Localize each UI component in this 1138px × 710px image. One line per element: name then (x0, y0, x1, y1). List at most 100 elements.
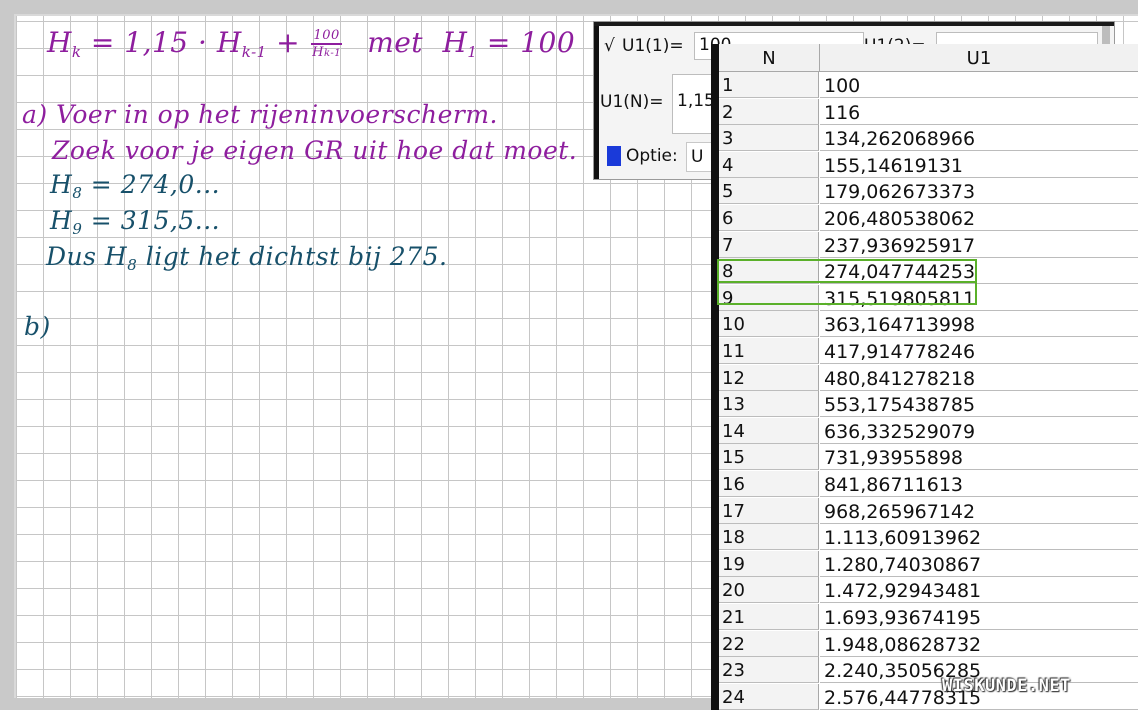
cell-u1[interactable]: 968,265967142 (820, 498, 1138, 524)
table-row[interactable]: 18 1.113,60913962 (719, 524, 1138, 551)
table-row[interactable]: 16 841,86711613 (719, 471, 1138, 498)
cell-u1[interactable]: 134,262068966 (820, 125, 1138, 152)
table-row[interactable]: 4 155,14619131 (719, 151, 1138, 179)
cell-u1[interactable]: 480,841278218 (820, 365, 1138, 391)
conclusion-post: ligt het dichtst bij 275. (137, 242, 448, 271)
cell-n[interactable]: 12 (719, 364, 819, 391)
table-row[interactable]: 20 1.472,92943481 (719, 577, 1138, 604)
cell-u1[interactable]: 636,332529079 (820, 418, 1138, 444)
table-row[interactable]: 14 636,332529079 (719, 417, 1138, 445)
table-row[interactable]: 1 100 (719, 72, 1138, 99)
optie-label: Optie: (626, 146, 678, 166)
cell-n[interactable]: 4 (719, 151, 819, 178)
cell-u1[interactable]: 1.693,93674195 (820, 604, 1138, 630)
sequence-table-window: N U1 1 100 2 116 3 134,262068966 4 155,14619131… (711, 44, 1138, 710)
cell-n[interactable]: 24 (719, 683, 819, 710)
formula-met: met (367, 26, 424, 59)
cell-u1[interactable]: 237,936925917 (820, 232, 1138, 258)
cell-u1[interactable]: 363,164713998 (820, 311, 1138, 338)
h8-sub: 8 (72, 184, 83, 202)
table-header: N U1 (719, 44, 1138, 72)
check-mark-icon[interactable]: √ (604, 36, 615, 56)
table-row[interactable]: 3 134,262068966 (719, 125, 1138, 152)
cell-n[interactable]: 3 (719, 125, 819, 152)
cell-u1[interactable]: 553,175438785 (820, 391, 1138, 418)
h9-sub: 9 (72, 220, 83, 238)
cell-u1[interactable]: 274,047744253 (820, 258, 1138, 285)
table-row[interactable]: 22 1.948,08628732 (719, 630, 1138, 658)
cell-n[interactable]: 11 (719, 338, 819, 364)
cell-n[interactable]: 22 (719, 630, 819, 657)
cell-n[interactable]: 23 (719, 657, 819, 684)
table-row[interactable]: 7 237,936925917 (719, 231, 1138, 259)
table-row[interactable]: 12 480,841278218 (719, 364, 1138, 392)
h8-label: H (50, 170, 73, 199)
table-row[interactable]: 8 274,047744253 (719, 258, 1138, 285)
optie-value: U (691, 147, 704, 167)
cell-u1[interactable]: 315,519805811 (820, 285, 1138, 311)
window-border (594, 22, 1114, 26)
table-row[interactable]: 5 179,062673373 (719, 178, 1138, 205)
table-row[interactable]: 11 417,914778246 (719, 338, 1138, 365)
cell-n[interactable]: 14 (719, 417, 819, 444)
u1n-label: U1(N)= (600, 92, 664, 112)
cell-u1[interactable]: 179,062673373 (820, 178, 1138, 205)
cell-n[interactable]: 8 (719, 258, 819, 285)
table-row[interactable]: 10 363,164713998 (719, 311, 1138, 338)
cell-n[interactable]: 9 (719, 284, 819, 311)
conclusion-pre: Dus H (46, 242, 128, 271)
table-row[interactable]: 6 206,480538062 (719, 205, 1138, 232)
table-row[interactable]: 15 731,93955898 (719, 444, 1138, 471)
table-row[interactable]: 13 553,175438785 (719, 391, 1138, 418)
header-u1[interactable]: U1 (820, 44, 1138, 71)
cell-n[interactable]: 6 (719, 205, 819, 231)
table-row[interactable]: 17 968,265967142 (719, 497, 1138, 525)
cell-u1[interactable]: 1.280,74030867 (820, 551, 1138, 577)
fraction-denominator: H (312, 45, 324, 60)
option-checkbox[interactable] (607, 146, 621, 166)
cell-u1[interactable]: 116 (820, 99, 1138, 125)
part-a-text1: Voer in op het rijeninvoerscherm. (56, 100, 499, 129)
table-row[interactable]: 23 2.240,35056285 (719, 657, 1138, 684)
cell-u1[interactable]: 1.113,60913962 (820, 524, 1138, 551)
cell-n[interactable]: 2 (719, 98, 819, 125)
cell-n[interactable]: 16 (719, 471, 819, 497)
u1n-value: 1,15 (677, 91, 715, 111)
cell-u1[interactable]: 206,480538062 (820, 205, 1138, 231)
header-n[interactable]: N (719, 44, 820, 71)
part-b-label: b) (24, 312, 51, 341)
part-a-label: a) (22, 100, 48, 129)
cell-n[interactable]: 1 (719, 72, 819, 98)
table-row[interactable]: 9 315,519805811 (719, 284, 1138, 312)
cell-n[interactable]: 10 (719, 311, 819, 338)
cell-u1[interactable]: 1.948,08628732 (820, 631, 1138, 657)
cell-n[interactable]: 5 (719, 178, 819, 205)
cell-n[interactable]: 17 (719, 497, 819, 524)
cell-n[interactable]: 13 (719, 391, 819, 418)
part-a-line2: Zoek voor je eigen GR uit hoe dat moet. (52, 136, 578, 165)
cell-u1[interactable]: 100 (820, 72, 1138, 98)
table-row[interactable]: 19 1.280,74030867 (719, 550, 1138, 578)
formula-init-rest: = 100 (477, 26, 576, 59)
formula-init-sub: 1 (467, 43, 478, 61)
cell-u1[interactable]: 155,14619131 (820, 152, 1138, 178)
table-row[interactable]: 21 1.693,93674195 (719, 604, 1138, 631)
cell-u1[interactable]: 417,914778246 (820, 338, 1138, 364)
cell-n[interactable]: 18 (719, 524, 819, 551)
cell-u1[interactable]: 731,93955898 (820, 444, 1138, 471)
formula-init: H (442, 26, 468, 59)
cell-n[interactable]: 19 (719, 550, 819, 577)
cell-n[interactable]: 21 (719, 604, 819, 630)
part-a-line1: a) Voer in op het rijeninvoerscherm. (22, 100, 498, 129)
h9-value: = 315,5... (82, 206, 221, 235)
cell-n[interactable]: 15 (719, 444, 819, 471)
cell-u1[interactable]: 1.472,92943481 (820, 577, 1138, 604)
sequence-table[interactable]: N U1 1 100 2 116 3 134,262068966 4 155,14619131… (719, 44, 1138, 710)
table-row[interactable]: 2 116 (719, 98, 1138, 126)
h8-line: H8 = 274,0... (50, 170, 220, 202)
cell-n[interactable]: 20 (719, 577, 819, 604)
cell-n[interactable]: 7 (719, 231, 819, 258)
cell-u1[interactable]: 841,86711613 (820, 471, 1138, 497)
table-row[interactable]: 24 2.576,44778315 (719, 683, 1138, 710)
formula-lhs: H (47, 26, 72, 59)
